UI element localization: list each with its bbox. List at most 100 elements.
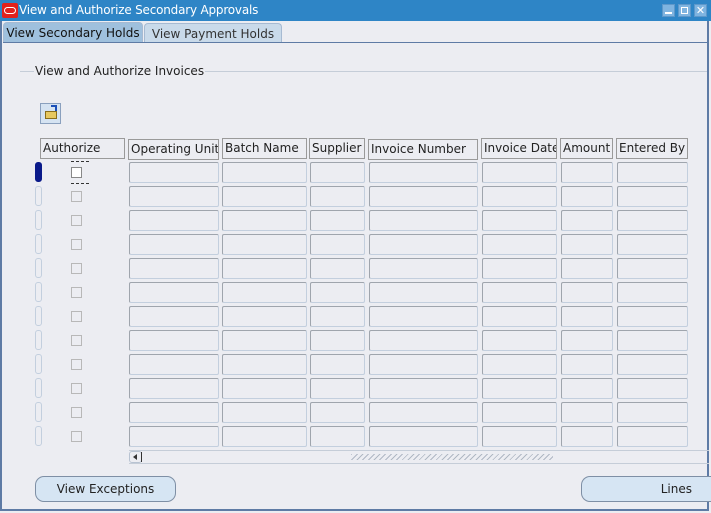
tab-view-payment-holds[interactable]: View Payment Holds	[144, 23, 282, 43]
cell-invoice-number[interactable]	[369, 258, 478, 279]
lines-button[interactable]: Lines	[581, 476, 711, 502]
row-selector[interactable]	[35, 234, 42, 254]
cell-operating-unit[interactable]	[129, 234, 219, 255]
cell-operating-unit[interactable]	[129, 186, 219, 207]
cell-supplier[interactable]	[310, 330, 365, 351]
cell-batch-name[interactable]	[222, 306, 307, 327]
cell-entered-by[interactable]	[617, 426, 688, 447]
cell-entered-by[interactable]	[617, 402, 688, 423]
cell-supplier[interactable]	[310, 210, 365, 231]
row-selector[interactable]	[35, 162, 42, 182]
cell-amount[interactable]	[561, 210, 613, 231]
authorize-checkbox[interactable]	[71, 431, 82, 442]
cell-batch-name[interactable]	[222, 402, 307, 423]
cell-operating-unit[interactable]	[129, 306, 219, 327]
cell-batch-name[interactable]	[222, 426, 307, 447]
horizontal-scrollbar[interactable]	[129, 450, 709, 464]
cell-batch-name[interactable]	[222, 282, 307, 303]
cell-operating-unit[interactable]	[129, 162, 219, 183]
row-selector[interactable]	[35, 354, 42, 374]
cell-entered-by[interactable]	[617, 210, 688, 231]
cell-invoice-date[interactable]	[482, 258, 557, 279]
cell-invoice-number[interactable]	[369, 426, 478, 447]
cell-operating-unit[interactable]	[129, 354, 219, 375]
row-selector[interactable]	[35, 426, 42, 446]
cell-batch-name[interactable]	[222, 234, 307, 255]
cell-invoice-number[interactable]	[369, 162, 478, 183]
open-folder-button[interactable]	[40, 103, 61, 124]
cell-entered-by[interactable]	[617, 306, 688, 327]
cell-invoice-number[interactable]	[369, 402, 478, 423]
cell-entered-by[interactable]	[617, 282, 688, 303]
cell-entered-by[interactable]	[617, 354, 688, 375]
cell-invoice-date[interactable]	[482, 306, 557, 327]
row-selector[interactable]	[35, 186, 42, 206]
cell-operating-unit[interactable]	[129, 426, 219, 447]
cell-entered-by[interactable]	[617, 378, 688, 399]
cell-supplier[interactable]	[310, 354, 365, 375]
row-selector[interactable]	[35, 306, 42, 326]
authorize-checkbox[interactable]	[71, 335, 82, 346]
cell-invoice-number[interactable]	[369, 282, 478, 303]
cell-supplier[interactable]	[310, 162, 365, 183]
cell-invoice-date[interactable]	[482, 282, 557, 303]
cell-supplier[interactable]	[310, 402, 365, 423]
cell-amount[interactable]	[561, 402, 613, 423]
cell-invoice-date[interactable]	[482, 378, 557, 399]
cell-invoice-date[interactable]	[482, 234, 557, 255]
cell-invoice-date[interactable]	[482, 402, 557, 423]
cell-invoice-number[interactable]	[369, 234, 478, 255]
maximize-icon[interactable]	[678, 4, 691, 17]
cell-operating-unit[interactable]	[129, 282, 219, 303]
cell-invoice-number[interactable]	[369, 210, 478, 231]
close-icon[interactable]: ✕	[694, 4, 707, 17]
cell-supplier[interactable]	[310, 282, 365, 303]
cell-amount[interactable]	[561, 426, 613, 447]
cell-entered-by[interactable]	[617, 162, 688, 183]
cell-entered-by[interactable]	[617, 186, 688, 207]
tab-view-secondary-holds[interactable]: View Secondary Holds	[3, 22, 143, 43]
cell-supplier[interactable]	[310, 186, 365, 207]
authorize-checkbox[interactable]	[71, 311, 82, 322]
cell-amount[interactable]	[561, 234, 613, 255]
cell-batch-name[interactable]	[222, 258, 307, 279]
authorize-checkbox[interactable]	[71, 263, 82, 274]
authorize-checkbox[interactable]	[71, 191, 82, 202]
authorize-checkbox[interactable]	[71, 407, 82, 418]
row-selector[interactable]	[35, 378, 42, 398]
cell-invoice-date[interactable]	[482, 210, 557, 231]
cell-amount[interactable]	[561, 330, 613, 351]
cell-invoice-number[interactable]	[369, 306, 478, 327]
cell-operating-unit[interactable]	[129, 378, 219, 399]
authorize-checkbox[interactable]	[71, 287, 82, 298]
minimize-icon[interactable]	[662, 4, 675, 17]
authorize-checkbox[interactable]	[71, 239, 82, 250]
cell-operating-unit[interactable]	[129, 258, 219, 279]
row-selector[interactable]	[35, 402, 42, 422]
view-exceptions-button[interactable]: View Exceptions	[35, 476, 176, 502]
cell-amount[interactable]	[561, 282, 613, 303]
cell-amount[interactable]	[561, 306, 613, 327]
authorize-checkbox[interactable]	[71, 359, 82, 370]
cell-operating-unit[interactable]	[129, 402, 219, 423]
cell-supplier[interactable]	[310, 378, 365, 399]
cell-operating-unit[interactable]	[129, 330, 219, 351]
cell-amount[interactable]	[561, 162, 613, 183]
cell-entered-by[interactable]	[617, 234, 688, 255]
cell-invoice-number[interactable]	[369, 354, 478, 375]
cell-invoice-number[interactable]	[369, 378, 478, 399]
cell-batch-name[interactable]	[222, 378, 307, 399]
row-selector[interactable]	[35, 330, 42, 350]
cell-invoice-date[interactable]	[482, 354, 557, 375]
authorize-checkbox[interactable]	[71, 167, 82, 178]
cell-batch-name[interactable]	[222, 354, 307, 375]
cell-invoice-date[interactable]	[482, 186, 557, 207]
cell-supplier[interactable]	[310, 306, 365, 327]
scrollbar-thumb[interactable]	[351, 454, 553, 460]
cell-batch-name[interactable]	[222, 162, 307, 183]
authorize-checkbox[interactable]	[71, 215, 82, 226]
cell-supplier[interactable]	[310, 426, 365, 447]
cell-amount[interactable]	[561, 258, 613, 279]
cell-amount[interactable]	[561, 186, 613, 207]
cell-batch-name[interactable]	[222, 210, 307, 231]
